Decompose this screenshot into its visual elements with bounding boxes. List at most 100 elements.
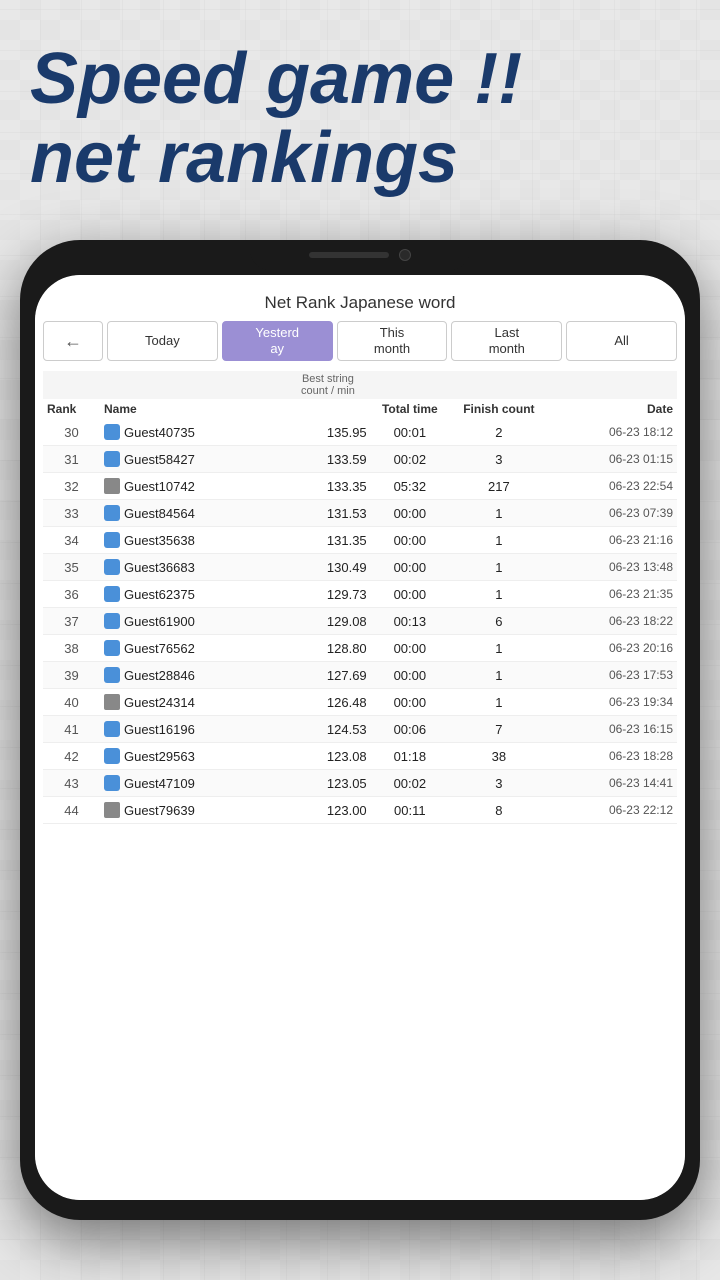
cell-finish-count: 8 bbox=[449, 797, 549, 824]
cell-rank: 39 bbox=[43, 662, 100, 689]
cell-rank: 30 bbox=[43, 419, 100, 446]
table-row: 41 Guest16196 124.53 00:06 7 06-23 16:15 bbox=[43, 716, 677, 743]
best-string-header: Best string count / min bbox=[285, 371, 370, 399]
table-row: 40 Guest24314 126.48 00:00 1 06-23 19:34 bbox=[43, 689, 677, 716]
cell-date: 06-23 22:54 bbox=[549, 473, 677, 500]
table-row: 44 Guest79639 123.00 00:11 8 06-23 22:12 bbox=[43, 797, 677, 824]
cell-date: 06-23 21:16 bbox=[549, 527, 677, 554]
table-row: 43 Guest47109 123.05 00:02 3 06-23 14:41 bbox=[43, 770, 677, 797]
col-date: Date bbox=[549, 399, 677, 419]
tab-yesterday[interactable]: Yesterday bbox=[222, 321, 333, 361]
cell-total-time: 00:01 bbox=[371, 419, 449, 446]
back-button[interactable]: ← bbox=[43, 321, 103, 361]
cell-rank: 36 bbox=[43, 581, 100, 608]
cell-date: 06-23 18:12 bbox=[549, 419, 677, 446]
table-row: 42 Guest29563 123.08 01:18 38 06-23 18:2… bbox=[43, 743, 677, 770]
cell-rank: 32 bbox=[43, 473, 100, 500]
cell-date: 06-23 01:15 bbox=[549, 446, 677, 473]
cell-name: Guest76562 bbox=[100, 635, 285, 662]
tab-last-month[interactable]: Lastmonth bbox=[451, 321, 562, 361]
cell-date: 06-23 14:41 bbox=[549, 770, 677, 797]
cell-date: 06-23 13:48 bbox=[549, 554, 677, 581]
cell-finish-count: 2 bbox=[449, 419, 549, 446]
table-row: 39 Guest28846 127.69 00:00 1 06-23 17:53 bbox=[43, 662, 677, 689]
cell-date: 06-23 19:34 bbox=[549, 689, 677, 716]
phone-icon bbox=[104, 667, 120, 683]
table-row: 38 Guest76562 128.80 00:00 1 06-23 20:16 bbox=[43, 635, 677, 662]
tab-all[interactable]: All bbox=[566, 321, 677, 361]
cell-rank: 38 bbox=[43, 635, 100, 662]
cell-rank: 41 bbox=[43, 716, 100, 743]
col-name: Name bbox=[100, 399, 285, 419]
cell-finish-count: 217 bbox=[449, 473, 549, 500]
cell-total-time: 00:00 bbox=[371, 689, 449, 716]
cell-rank: 40 bbox=[43, 689, 100, 716]
cell-total-time: 00:11 bbox=[371, 797, 449, 824]
cell-name: Guest29563 bbox=[100, 743, 285, 770]
tablet-icon bbox=[104, 802, 120, 818]
cell-name: Guest58427 bbox=[100, 446, 285, 473]
table-row: 33 Guest84564 131.53 00:00 1 06-23 07:39 bbox=[43, 500, 677, 527]
cell-rank: 44 bbox=[43, 797, 100, 824]
cell-date: 06-23 17:53 bbox=[549, 662, 677, 689]
cell-finish-count: 1 bbox=[449, 662, 549, 689]
phone-icon bbox=[104, 559, 120, 575]
cell-total-time: 00:13 bbox=[371, 608, 449, 635]
cell-finish-count: 1 bbox=[449, 527, 549, 554]
cell-name: Guest35638 bbox=[100, 527, 285, 554]
cell-finish-count: 1 bbox=[449, 500, 549, 527]
screen-content: Net Rank Japanese word ← Today Yesterday… bbox=[35, 275, 685, 1200]
cell-score: 127.69 bbox=[285, 662, 370, 689]
phone-icon bbox=[104, 748, 120, 764]
cell-name: Guest62375 bbox=[100, 581, 285, 608]
cell-date: 06-23 07:39 bbox=[549, 500, 677, 527]
cell-total-time: 00:00 bbox=[371, 527, 449, 554]
cell-score: 130.49 bbox=[285, 554, 370, 581]
phone-screen: Net Rank Japanese word ← Today Yesterday… bbox=[35, 275, 685, 1200]
cell-rank: 31 bbox=[43, 446, 100, 473]
tablet-icon bbox=[104, 694, 120, 710]
cell-score: 123.05 bbox=[285, 770, 370, 797]
table-row: 36 Guest62375 129.73 00:00 1 06-23 21:35 bbox=[43, 581, 677, 608]
col-finish-count: Finish count bbox=[449, 399, 549, 419]
tab-today[interactable]: Today bbox=[107, 321, 218, 361]
cell-rank: 34 bbox=[43, 527, 100, 554]
cell-date: 06-23 21:35 bbox=[549, 581, 677, 608]
cell-score: 126.48 bbox=[285, 689, 370, 716]
cell-total-time: 00:02 bbox=[371, 770, 449, 797]
phone-icon bbox=[104, 505, 120, 521]
cell-name: Guest24314 bbox=[100, 689, 285, 716]
cell-date: 06-23 20:16 bbox=[549, 635, 677, 662]
phone-icon bbox=[104, 613, 120, 629]
cell-name: Guest10742 bbox=[100, 473, 285, 500]
phone-icon bbox=[104, 775, 120, 791]
cell-total-time: 00:00 bbox=[371, 554, 449, 581]
cell-total-time: 05:32 bbox=[371, 473, 449, 500]
cell-total-time: 00:00 bbox=[371, 581, 449, 608]
cell-name: Guest47109 bbox=[100, 770, 285, 797]
rankings-table: Best string count / min Rank Name Total … bbox=[43, 371, 677, 824]
cell-finish-count: 38 bbox=[449, 743, 549, 770]
table-row: 34 Guest35638 131.35 00:00 1 06-23 21:16 bbox=[43, 527, 677, 554]
cell-score: 128.80 bbox=[285, 635, 370, 662]
cell-name: Guest61900 bbox=[100, 608, 285, 635]
cell-finish-count: 7 bbox=[449, 716, 549, 743]
cell-finish-count: 1 bbox=[449, 635, 549, 662]
cell-name: Guest28846 bbox=[100, 662, 285, 689]
table-row: 32 Guest10742 133.35 05:32 217 06-23 22:… bbox=[43, 473, 677, 500]
cell-total-time: 00:02 bbox=[371, 446, 449, 473]
phone-icon bbox=[104, 721, 120, 737]
cell-score: 133.59 bbox=[285, 446, 370, 473]
cell-date: 06-23 18:22 bbox=[549, 608, 677, 635]
tab-this-month[interactable]: Thismonth bbox=[337, 321, 448, 361]
table-row: 31 Guest58427 133.59 00:02 3 06-23 01:15 bbox=[43, 446, 677, 473]
cell-finish-count: 1 bbox=[449, 689, 549, 716]
phone-icon bbox=[104, 640, 120, 656]
col-rank: Rank bbox=[43, 399, 100, 419]
phone-icon bbox=[104, 451, 120, 467]
cell-total-time: 01:18 bbox=[371, 743, 449, 770]
phone-notch bbox=[250, 240, 470, 270]
cell-rank: 37 bbox=[43, 608, 100, 635]
page-title: Speed game !! net rankings bbox=[30, 40, 690, 198]
cell-score: 131.53 bbox=[285, 500, 370, 527]
